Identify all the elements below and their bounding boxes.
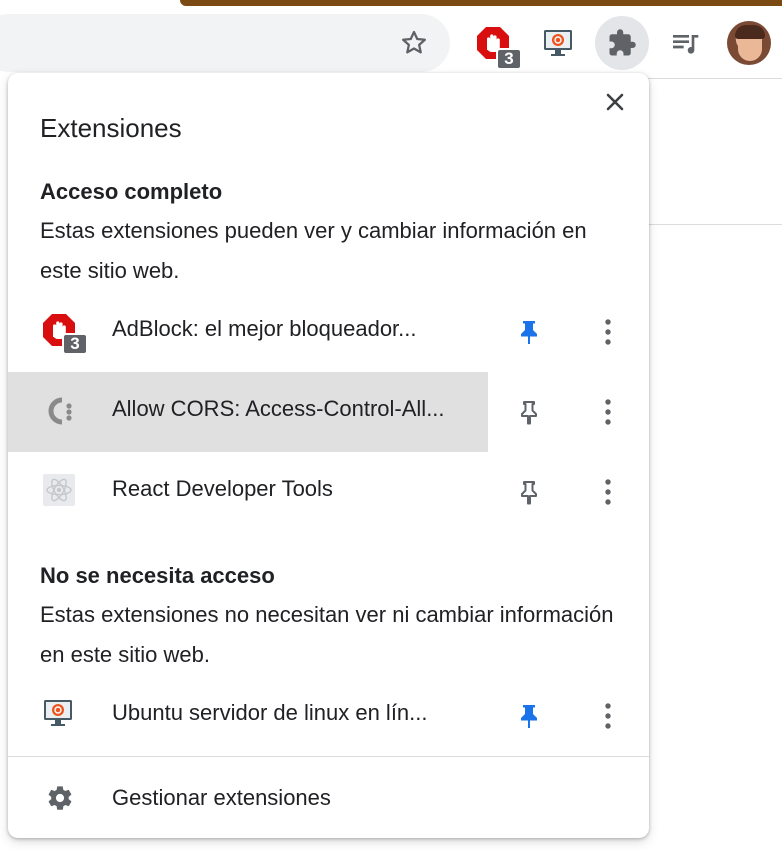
extension-icon <box>42 473 78 509</box>
extension-row-ubuntu[interactable]: Ubuntu servidor de linux en lín... <box>8 676 649 756</box>
kebab-menu-icon <box>605 399 611 425</box>
media-controls-button[interactable] <box>658 16 712 70</box>
extension-name: Allow CORS: Access-Control-All... <box>112 396 445 421</box>
kebab-menu-icon <box>605 479 611 505</box>
star-outline-icon <box>402 30 426 54</box>
profile-avatar-button[interactable] <box>722 16 776 70</box>
toolbar-adblock-button[interactable]: 3 <box>466 16 522 70</box>
kebab-menu-icon <box>605 703 611 729</box>
section-description-no-access: Estas extensiones no necesitan ver ni ca… <box>40 602 614 667</box>
bookmark-star-button[interactable] <box>395 24 433 62</box>
extensions-menu-button[interactable] <box>595 16 649 70</box>
extension-row-adblock[interactable]: 3 AdBlock: el mejor bloqueador... <box>8 292 649 372</box>
close-icon <box>606 93 624 111</box>
toolbar-ubuntu-button[interactable] <box>531 16 585 70</box>
more-options-button[interactable] <box>590 394 626 430</box>
tab-strip-edge <box>180 0 782 6</box>
close-button[interactable] <box>600 87 630 117</box>
pin-outline-icon <box>521 401 537 425</box>
media-queue-icon <box>673 35 699 54</box>
more-options-button[interactable] <box>590 474 626 510</box>
extension-name: React Developer Tools <box>112 476 333 501</box>
avatar <box>727 21 771 65</box>
more-options-button[interactable] <box>590 314 626 350</box>
extension-icon: 3 <box>42 313 88 355</box>
popup-title: Extensiones <box>40 113 182 143</box>
page-divider <box>648 224 782 225</box>
extension-name: AdBlock: el mejor bloqueador... <box>112 316 417 341</box>
gear-icon <box>46 784 74 812</box>
kebab-menu-icon <box>605 319 611 345</box>
ubuntu-monitor-icon <box>44 700 72 726</box>
pin-button[interactable] <box>511 314 547 350</box>
extension-row-allow-cors[interactable]: Allow CORS: Access-Control-All... <box>8 372 649 452</box>
puzzle-icon <box>609 29 636 56</box>
more-options-button[interactable] <box>590 698 626 734</box>
ubuntu-monitor-icon <box>544 30 572 56</box>
pin-filled-icon <box>521 321 537 344</box>
extensions-popup: Extensiones Acceso completo Estas extens… <box>8 73 649 838</box>
adblock-count-badge: 3 <box>496 48 522 70</box>
section-title-full-access: Acceso completo <box>40 179 223 204</box>
extension-icon <box>42 697 78 733</box>
cors-icon <box>48 397 72 425</box>
extension-name: Ubuntu servidor de linux en lín... <box>112 700 428 725</box>
pin-filled-icon <box>521 705 537 728</box>
pin-button[interactable] <box>511 698 547 734</box>
pin-outline-icon <box>521 481 537 505</box>
react-icon <box>43 474 75 506</box>
extension-icon <box>42 393 78 429</box>
manage-extensions-button[interactable]: Gestionar extensiones <box>8 757 649 838</box>
pin-button[interactable] <box>511 394 547 430</box>
address-bar[interactable] <box>0 14 450 72</box>
adblock-count-badge: 3 <box>62 333 88 355</box>
extension-row-react-devtools[interactable]: React Developer Tools <box>8 452 649 532</box>
pin-button[interactable] <box>511 474 547 510</box>
section-description-full-access: Estas extensiones pueden ver y cambiar i… <box>40 218 587 283</box>
manage-extensions-label: Gestionar extensiones <box>112 785 331 810</box>
section-title-no-access: No se necesita acceso <box>40 563 275 588</box>
page-divider-top <box>648 78 782 79</box>
